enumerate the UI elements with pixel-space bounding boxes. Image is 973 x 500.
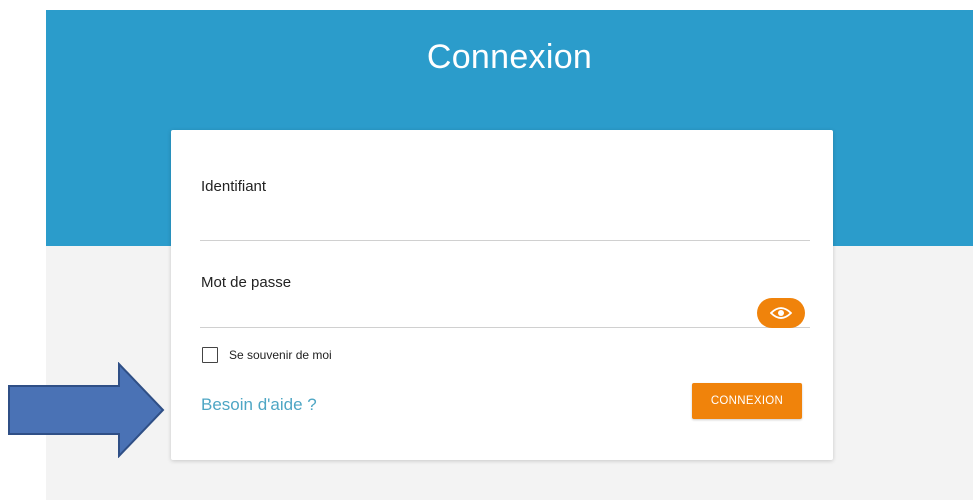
show-password-button[interactable] <box>757 298 805 328</box>
login-button[interactable]: CONNEXION <box>692 383 802 419</box>
password-label: Mot de passe <box>201 274 292 291</box>
password-underline <box>200 327 810 328</box>
help-link[interactable]: Besoin d'aide ? <box>201 395 317 415</box>
eye-icon <box>770 307 792 319</box>
remember-checkbox[interactable] <box>202 347 218 363</box>
remember-label: Se souvenir de moi <box>229 348 332 362</box>
username-input[interactable] <box>200 214 810 241</box>
password-input[interactable] <box>200 301 778 328</box>
remember-me[interactable]: Se souvenir de moi <box>202 347 332 363</box>
arrow-right-icon <box>8 362 165 458</box>
login-card: Identifiant Mot de passe Se souvenir de … <box>171 130 833 460</box>
page-title: Connexion <box>426 38 593 76</box>
username-label: Identifiant <box>201 178 267 195</box>
